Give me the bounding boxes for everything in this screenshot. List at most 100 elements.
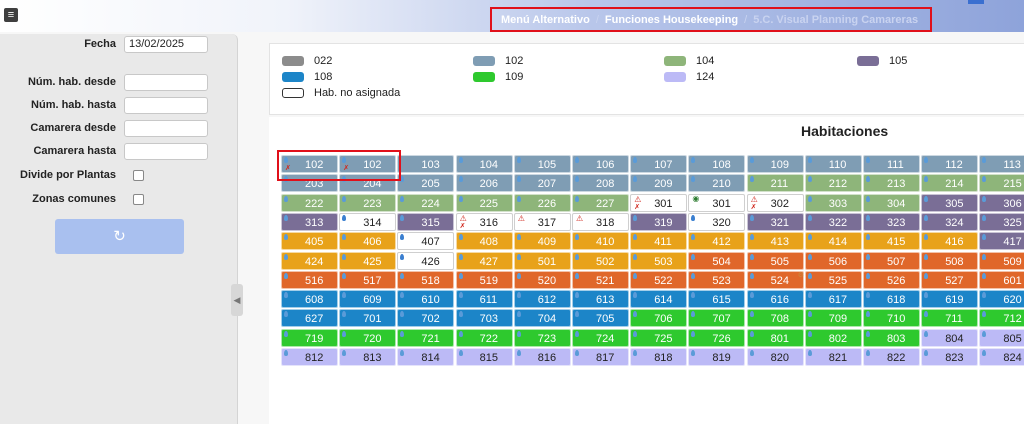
room-cell[interactable]: 704 bbox=[513, 309, 571, 328]
room-cell[interactable]: 425 bbox=[339, 251, 397, 270]
room-cell[interactable]: 111 bbox=[863, 155, 920, 173]
room-cell[interactable]: 803 bbox=[863, 328, 920, 347]
room-cell[interactable]: 320 bbox=[688, 212, 746, 231]
room-cell[interactable]: 627 bbox=[281, 309, 338, 328]
room-cell[interactable]: 325 bbox=[979, 212, 1024, 231]
room-cell[interactable]: 710 bbox=[863, 309, 920, 328]
room-cell[interactable]: 712 bbox=[979, 309, 1024, 328]
room-cell[interactable]: 702 bbox=[397, 309, 455, 328]
room-cell[interactable]: 523 bbox=[688, 270, 746, 289]
room-cell[interactable]: 705 bbox=[572, 309, 629, 328]
room-cell[interactable]: 322 bbox=[804, 212, 862, 231]
hamburger-icon[interactable]: ≡ bbox=[4, 8, 18, 22]
room-cell[interactable]: 707 bbox=[688, 309, 746, 328]
room-cell[interactable]: 503 bbox=[630, 251, 688, 270]
room-cell[interactable]: ⚠ 317 bbox=[513, 212, 571, 231]
room-cell[interactable]: 507 bbox=[863, 251, 920, 270]
room-cell[interactable]: 417 bbox=[979, 232, 1024, 251]
room-cell[interactable]: 208 bbox=[572, 174, 629, 193]
room-cell[interactable]: 112 bbox=[921, 155, 979, 173]
room-cell[interactable]: 407 bbox=[397, 232, 455, 251]
room-cell[interactable]: 506 bbox=[804, 251, 862, 270]
room-cell[interactable]: 611 bbox=[455, 290, 513, 309]
room-cell[interactable]: ⚠ ✗ 302 bbox=[746, 193, 804, 212]
room-cell[interactable]: 411 bbox=[630, 232, 688, 251]
room-cell[interactable]: ⚠ 318 bbox=[572, 212, 629, 231]
room-cell[interactable]: 817 bbox=[572, 348, 629, 366]
room-cell[interactable]: 414 bbox=[804, 232, 862, 251]
room-cell[interactable]: 314 bbox=[339, 212, 397, 231]
room-cell[interactable]: 706 bbox=[630, 309, 688, 328]
room-cell[interactable]: 424 bbox=[281, 251, 338, 270]
room-cell[interactable]: 618 bbox=[863, 290, 920, 309]
room-cell[interactable]: 222 bbox=[281, 193, 338, 212]
room-cell[interactable]: 505 bbox=[746, 251, 804, 270]
room-cell[interactable]: 614 bbox=[630, 290, 688, 309]
room-cell[interactable]: ◉ 301 bbox=[688, 193, 746, 212]
room-cell[interactable]: 726 bbox=[688, 328, 746, 347]
room-cell[interactable]: 522 bbox=[630, 270, 688, 289]
room-cell[interactable]: 613 bbox=[572, 290, 629, 309]
room-cell[interactable]: 708 bbox=[746, 309, 804, 328]
room-cell[interactable]: 824 bbox=[979, 348, 1024, 366]
room-cell[interactable]: 722 bbox=[455, 328, 513, 347]
room-cell[interactable]: 209 bbox=[630, 174, 688, 193]
room-cell[interactable]: 305 bbox=[921, 193, 979, 212]
breadcrumb-item-menu[interactable]: Menú Alternativo bbox=[501, 14, 590, 26]
room-cell[interactable]: 410 bbox=[572, 232, 629, 251]
room-cell[interactable]: 313 bbox=[281, 212, 338, 231]
zonas-comunes-checkbox[interactable] bbox=[133, 193, 144, 205]
room-cell[interactable]: 823 bbox=[921, 348, 979, 366]
room-cell[interactable]: 107 bbox=[630, 155, 688, 173]
room-cell[interactable]: 508 bbox=[921, 251, 979, 270]
room-cell[interactable]: 108 bbox=[688, 155, 746, 173]
room-cell[interactable]: 225 bbox=[455, 193, 513, 212]
room-cell[interactable]: 609 bbox=[339, 290, 397, 309]
room-cell[interactable]: 415 bbox=[863, 232, 920, 251]
room-cell[interactable]: 821 bbox=[804, 348, 862, 366]
room-cell[interactable]: 521 bbox=[572, 270, 629, 289]
room-cell[interactable]: 226 bbox=[513, 193, 571, 212]
room-cell[interactable]: 321 bbox=[746, 212, 804, 231]
room-cell[interactable]: 719 bbox=[281, 328, 338, 347]
room-cell[interactable]: 519 bbox=[455, 270, 513, 289]
room-cell[interactable]: 413 bbox=[746, 232, 804, 251]
room-cell[interactable]: 520 bbox=[513, 270, 571, 289]
room-cell[interactable]: 725 bbox=[630, 328, 688, 347]
room-cell[interactable]: 616 bbox=[746, 290, 804, 309]
room-cell[interactable]: 408 bbox=[455, 232, 513, 251]
room-cell[interactable]: 504 bbox=[688, 251, 746, 270]
room-cell[interactable]: 703 bbox=[455, 309, 513, 328]
room-cell[interactable]: 110 bbox=[804, 155, 862, 173]
room-cell[interactable]: 818 bbox=[630, 348, 688, 366]
room-cell[interactable]: 426 bbox=[397, 251, 455, 270]
room-cell[interactable]: 224 bbox=[397, 193, 455, 212]
room-cell[interactable]: 106 bbox=[572, 155, 629, 173]
room-cell[interactable]: 701 bbox=[339, 309, 397, 328]
room-cell[interactable]: 822 bbox=[863, 348, 920, 366]
room-cell[interactable]: 323 bbox=[863, 212, 920, 231]
room-cell[interactable]: 304 bbox=[863, 193, 920, 212]
room-cell[interactable]: 711 bbox=[921, 309, 979, 328]
room-cell[interactable]: 527 bbox=[921, 270, 979, 289]
room-cell[interactable]: 315 bbox=[397, 212, 455, 231]
room-cell[interactable]: 801 bbox=[746, 328, 804, 347]
room-cell[interactable]: 516 bbox=[281, 270, 338, 289]
room-cell[interactable]: 113 bbox=[979, 155, 1024, 173]
room-cell[interactable]: 619 bbox=[921, 290, 979, 309]
hab-hasta-input[interactable] bbox=[124, 96, 208, 114]
room-cell[interactable]: 223 bbox=[339, 193, 397, 212]
room-cell[interactable]: 802 bbox=[804, 328, 862, 347]
room-cell[interactable]: 819 bbox=[688, 348, 746, 366]
room-cell[interactable]: 109 bbox=[746, 155, 804, 173]
room-cell[interactable]: 501 bbox=[513, 251, 571, 270]
room-cell[interactable]: 406 bbox=[339, 232, 397, 251]
room-cell[interactable]: 816 bbox=[513, 348, 571, 366]
room-cell[interactable]: 526 bbox=[863, 270, 920, 289]
room-cell[interactable]: 211 bbox=[746, 174, 804, 193]
collapse-panel-button[interactable]: ◀ bbox=[231, 284, 243, 316]
room-cell[interactable]: 214 bbox=[921, 174, 979, 193]
room-cell[interactable]: 405 bbox=[281, 232, 338, 251]
room-cell[interactable]: 105 bbox=[513, 155, 571, 173]
room-cell[interactable]: 227 bbox=[572, 193, 629, 212]
